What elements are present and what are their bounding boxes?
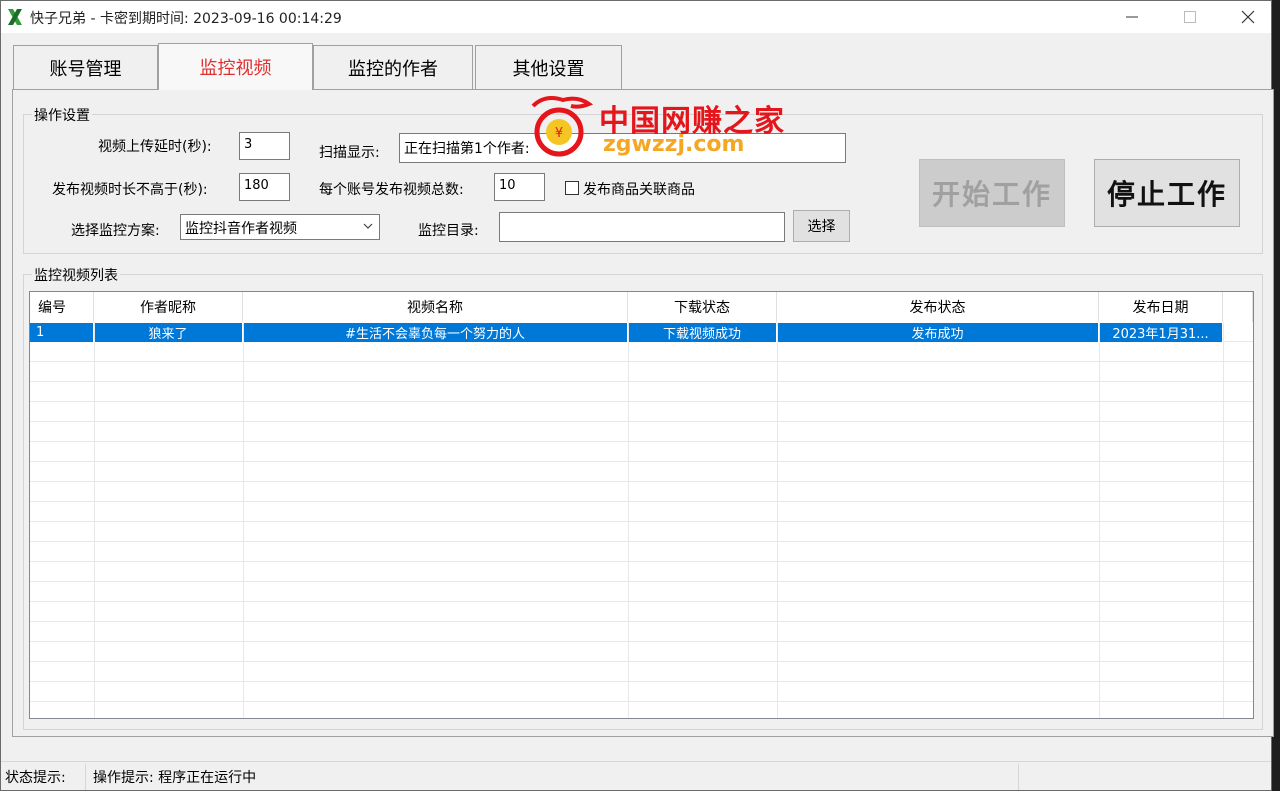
stop-work-button[interactable]: 停止工作 <box>1094 159 1240 227</box>
column-divider <box>1223 322 1224 718</box>
column-divider <box>94 322 95 718</box>
max-duration-label: 发布视频时长不高于(秒): <box>52 182 208 198</box>
cell-publish-date: 2023年1月31... <box>1099 323 1223 342</box>
tab-label: 其他设置 <box>512 59 585 80</box>
column-header-publish-date[interactable]: 发布日期 <box>1099 292 1223 322</box>
upload-delay-input[interactable]: 3 <box>239 132 290 160</box>
table-row-empty <box>30 663 1253 682</box>
scheme-select[interactable]: 监控抖音作者视频 <box>180 214 380 240</box>
tab-label: 账号管理 <box>49 59 122 80</box>
column-divider <box>1099 322 1100 718</box>
table-row-empty <box>30 463 1253 482</box>
column-header-filler <box>1223 292 1253 322</box>
column-header-author[interactable]: 作者昵称 <box>94 292 243 322</box>
table-row-empty <box>30 563 1253 582</box>
tab-other-settings[interactable]: 其他设置 <box>475 45 622 90</box>
status-bar: 状态提示: 操作提示: 程序正在运行中 <box>1 761 1271 790</box>
window-title: 快子兄弟 - 卡密到期时间: 2023-09-16 00:14:29 <box>30 11 342 27</box>
app-window: 快子兄弟 - 卡密到期时间: 2023-09-16 00:14:29 账号管理 … <box>0 0 1274 791</box>
scheme-label: 选择监控方案: <box>71 223 160 239</box>
group-title: 监控视频列表 <box>32 265 120 285</box>
table-row-empty <box>30 643 1253 662</box>
column-header-number[interactable]: 编号 <box>30 292 94 322</box>
close-icon <box>1241 10 1255 24</box>
group-title: 操作设置 <box>32 105 92 125</box>
maximize-button[interactable] <box>1161 1 1219 33</box>
total-per-account-input[interactable]: 10 <box>494 173 545 201</box>
table-row-empty <box>30 683 1253 702</box>
table-row-empty <box>30 623 1253 642</box>
cell-publish-status: 发布成功 <box>777 323 1099 342</box>
table-row-empty <box>30 543 1253 562</box>
max-duration-input[interactable]: 180 <box>239 173 290 201</box>
tab-monitored-authors[interactable]: 监控的作者 <box>313 45 473 90</box>
title-bar: 快子兄弟 - 卡密到期时间: 2023-09-16 00:14:29 <box>1 1 1271 33</box>
directory-input[interactable] <box>499 212 785 242</box>
start-work-button[interactable]: 开始工作 <box>919 159 1065 227</box>
minimize-icon <box>1126 16 1138 18</box>
status-extra <box>1019 764 1271 790</box>
cell-download-status: 下载视频成功 <box>628 323 777 342</box>
status-label: 状态提示: <box>1 764 86 790</box>
scan-display-label: 扫描显示: <box>319 145 380 161</box>
table-row-empty <box>30 363 1253 382</box>
publish-product-checkbox[interactable] <box>565 181 579 195</box>
table-row[interactable]: 1 狼来了 #生活不会辜负每一个努力的人 下载视频成功 发布成功 2023年1月… <box>30 323 1253 342</box>
table-row-empty <box>30 583 1253 602</box>
tab-label: 监控视频 <box>199 58 272 79</box>
table-row-empty <box>30 383 1253 402</box>
column-header-video-name[interactable]: 视频名称 <box>243 292 628 322</box>
table-row-empty <box>30 403 1253 422</box>
table-row-empty <box>30 423 1253 442</box>
chevron-down-icon <box>363 223 373 229</box>
table-row-empty <box>30 443 1253 462</box>
publish-product-label: 发布商品关联商品 <box>583 182 695 198</box>
video-list-table[interactable]: 编号 作者昵称 视频名称 下载状态 发布状态 发布日期 1 狼来了 #生活不会辜… <box>29 291 1254 719</box>
total-per-account-label: 每个账号发布视频总数: <box>319 182 464 198</box>
table-row-empty <box>30 483 1253 502</box>
minimize-button[interactable] <box>1103 1 1161 33</box>
column-divider <box>243 322 244 718</box>
table-row-empty <box>30 523 1253 542</box>
choose-directory-button[interactable]: 选择 <box>793 210 850 242</box>
scheme-value: 监控抖音作者视频 <box>185 221 297 237</box>
table-row-empty <box>30 503 1253 522</box>
app-logo-icon <box>8 9 22 25</box>
column-header-publish-status[interactable]: 发布状态 <box>777 292 1099 322</box>
column-header-download-status[interactable]: 下载状态 <box>628 292 777 322</box>
table-row-empty <box>30 343 1253 362</box>
status-message: 操作提示: 程序正在运行中 <box>89 764 1019 790</box>
column-divider <box>628 322 629 718</box>
maximize-icon <box>1184 11 1196 23</box>
upload-delay-label: 视频上传延时(秒): <box>98 139 212 155</box>
cell-number: 1 <box>30 323 94 342</box>
tab-monitor-video[interactable]: 监控视频 <box>158 43 313 90</box>
tab-account-management[interactable]: 账号管理 <box>13 45 158 90</box>
tab-label: 监控的作者 <box>348 59 438 80</box>
close-button[interactable] <box>1219 1 1277 33</box>
table-row-empty <box>30 603 1253 622</box>
cell-video-name: #生活不会辜负每一个努力的人 <box>243 323 628 342</box>
cell-author: 狼来了 <box>94 323 243 342</box>
directory-label: 监控目录: <box>418 223 479 239</box>
column-divider <box>777 322 778 718</box>
table-header: 编号 作者昵称 视频名称 下载状态 发布状态 发布日期 <box>30 292 1253 322</box>
scan-display-field: 正在扫描第1个作者: <box>399 133 846 163</box>
